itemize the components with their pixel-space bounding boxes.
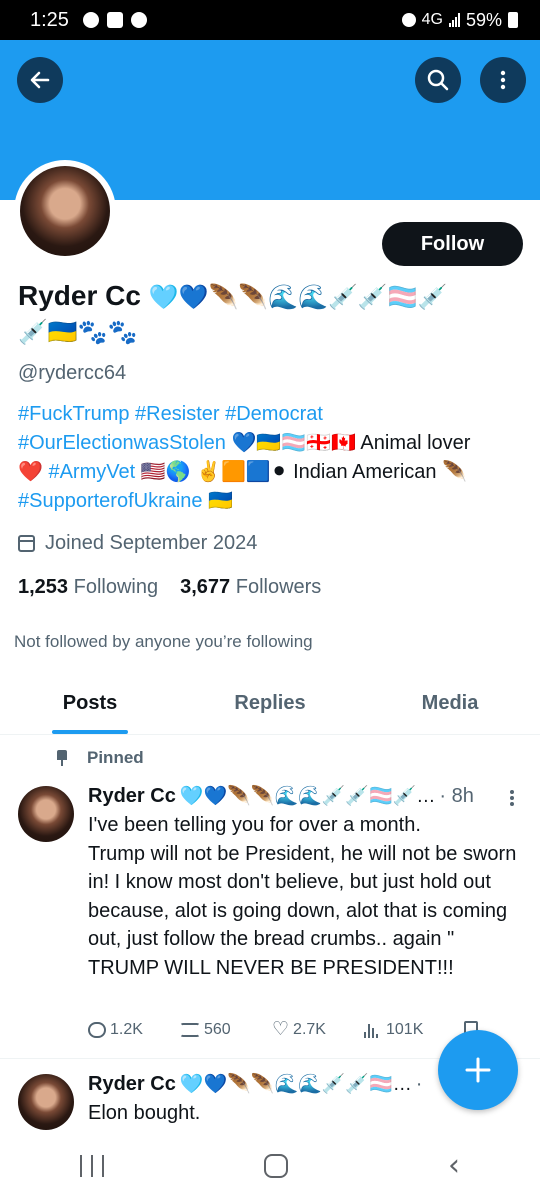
profile-name: Ryder Cc 🩵💙🪶🪶🌊🌊💉💉🏳️‍⚧️💉 (18, 280, 528, 314)
retweet-button[interactable]: 560 (180, 1021, 272, 1039)
tweet-author[interactable]: Ryder Cc (88, 785, 176, 808)
plus-icon (465, 1057, 491, 1083)
calendar-icon (18, 535, 35, 552)
following-count: 1,253 (18, 576, 69, 598)
more-dot-icon (510, 796, 514, 800)
followers-count: 3,677 (180, 576, 231, 598)
tweet-header: Ryder Cc 🩵💙🪶🪶🌊🌊💉💉🏳️‍⚧️… · (88, 1072, 422, 1096)
tab-replies[interactable]: Replies (180, 672, 360, 734)
bio-hashtag-election[interactable]: #OurElectionwasStolen (18, 432, 226, 454)
checkbox-notification-icon (106, 12, 123, 28)
app-notification-icon (130, 12, 147, 28)
status-bar: 1:25 4G 59% (0, 0, 540, 40)
network-type: 4G (421, 11, 443, 28)
tweet-actions: 1.2K 560 ♡ 2.7K 101K (88, 1020, 518, 1039)
followers-label: Followers (235, 576, 322, 598)
reply-icon (88, 1021, 106, 1038)
tweet-text: Elon bought. (88, 1102, 201, 1124)
search-button[interactable] (415, 57, 461, 103)
bio-text-line3: 🇺🇸🌎 ✌️🟧🟦⚫ Indian American 🪶 (135, 461, 467, 483)
tweet-time[interactable]: · (416, 1073, 423, 1096)
status-right: 4G 59% (401, 9, 518, 31)
tweet-avatar[interactable] (18, 786, 74, 842)
avatar-image (20, 166, 110, 256)
followers-link[interactable]: 3,677 Followers (180, 576, 321, 599)
tweet-avatar[interactable] (18, 1074, 74, 1130)
recent-apps-icon (91, 1155, 93, 1177)
tweet-more-button[interactable] (505, 788, 519, 808)
profile-tabs: Posts Replies Media (0, 672, 540, 735)
profile-avatar[interactable] (14, 160, 116, 262)
more-options-button[interactable] (480, 57, 526, 103)
follow-button[interactable]: Follow (382, 222, 523, 266)
profile-handle: @rydercc64 (18, 362, 127, 384)
back-button[interactable] (17, 57, 63, 103)
pinned-indicator: Pinned (55, 748, 144, 768)
reply-count: 1.2K (110, 1020, 143, 1038)
following-label: Following (73, 576, 159, 598)
search-icon (427, 69, 449, 91)
pinned-label: Pinned (87, 748, 144, 767)
alarm-icon (401, 13, 416, 27)
views-button[interactable]: 101K (364, 1021, 464, 1039)
like-count: 2.7K (293, 1020, 326, 1038)
views-count: 101K (386, 1020, 424, 1038)
retweet-icon (180, 1022, 200, 1037)
bio-hashtag-ukraine[interactable]: #SupporterofUkraine (18, 490, 203, 512)
bio-hashtags-line1[interactable]: #FuckTrump #Resister #Democrat (18, 403, 323, 425)
joined-date: Joined September 2024 (18, 532, 257, 555)
more-dot-icon (510, 802, 514, 806)
battery-icon (508, 12, 518, 28)
joined-text: Joined September 2024 (45, 532, 258, 554)
bio-heart: ❤️ (18, 461, 49, 483)
more-dot-icon (510, 790, 514, 794)
battery-percent: 59% (465, 9, 502, 30)
back-arrow-icon (30, 71, 50, 89)
profile-bio: #FuckTrump #Resister #Democrat #OurElect… (18, 400, 523, 516)
tweet-author-emojis: 🩵💙🪶🪶🌊🌊💉💉🏳️‍⚧️💉… (179, 786, 436, 807)
status-time: 1:25 (30, 8, 69, 31)
more-vertical-icon (500, 70, 506, 90)
profile-name-text: Ryder Cc (18, 280, 141, 311)
follow-stats: 1,253 Following 3,677 Followers (18, 576, 321, 599)
following-link[interactable]: 1,253 Following (18, 576, 158, 599)
system-nav-bar: ‹ (0, 1132, 540, 1200)
profile-name-emojis-line2: 💉🇺🇦🐾🐾 (18, 319, 138, 346)
retweet-count: 560 (204, 1020, 231, 1038)
bio-text-line2: 💙🇺🇦🏳️‍⚧️🇬🇪🇨🇦 Animal lover (225, 432, 471, 454)
bio-text-line4: 🇺🇦 (202, 490, 234, 512)
bio-hashtag-armyvet[interactable]: #ArmyVet (48, 461, 135, 483)
signal-icon (448, 13, 460, 27)
tab-posts[interactable]: Posts (0, 672, 180, 734)
recent-apps-button[interactable] (80, 1155, 104, 1177)
profile-name-emojis: 🩵💙🪶🪶🌊🌊💉💉🏳️‍⚧️💉 (148, 284, 448, 311)
recent-apps-icon (102, 1155, 104, 1177)
back-nav-button[interactable]: ‹ (448, 1151, 460, 1181)
status-left: 1:25 (30, 9, 147, 32)
tweet-header: Ryder Cc 🩵💙🪶🪶🌊🌊💉💉🏳️‍⚧️💉… · 8h (88, 784, 474, 808)
like-icon: ♡ (272, 1019, 290, 1040)
tweet-time[interactable]: · 8h (439, 785, 473, 808)
home-button[interactable] (264, 1154, 288, 1178)
message-notification-icon (82, 12, 99, 28)
reply-button[interactable]: 1.2K (88, 1021, 180, 1039)
not-followed-notice: Not followed by anyone you’re following (14, 632, 313, 651)
recent-apps-icon (80, 1155, 82, 1177)
pin-icon (55, 750, 69, 766)
tweet-text: I've been telling you for over a month. … (88, 814, 517, 979)
views-icon (364, 1022, 382, 1038)
tweet-author-emojis: 🩵💙🪶🪶🌊🌊💉💉🏳️‍⚧️… (179, 1074, 412, 1095)
tweet-author[interactable]: Ryder Cc (88, 1073, 176, 1096)
like-button[interactable]: ♡ 2.7K (272, 1020, 364, 1039)
tab-media[interactable]: Media (360, 672, 540, 734)
compose-post-button[interactable] (438, 1030, 518, 1110)
